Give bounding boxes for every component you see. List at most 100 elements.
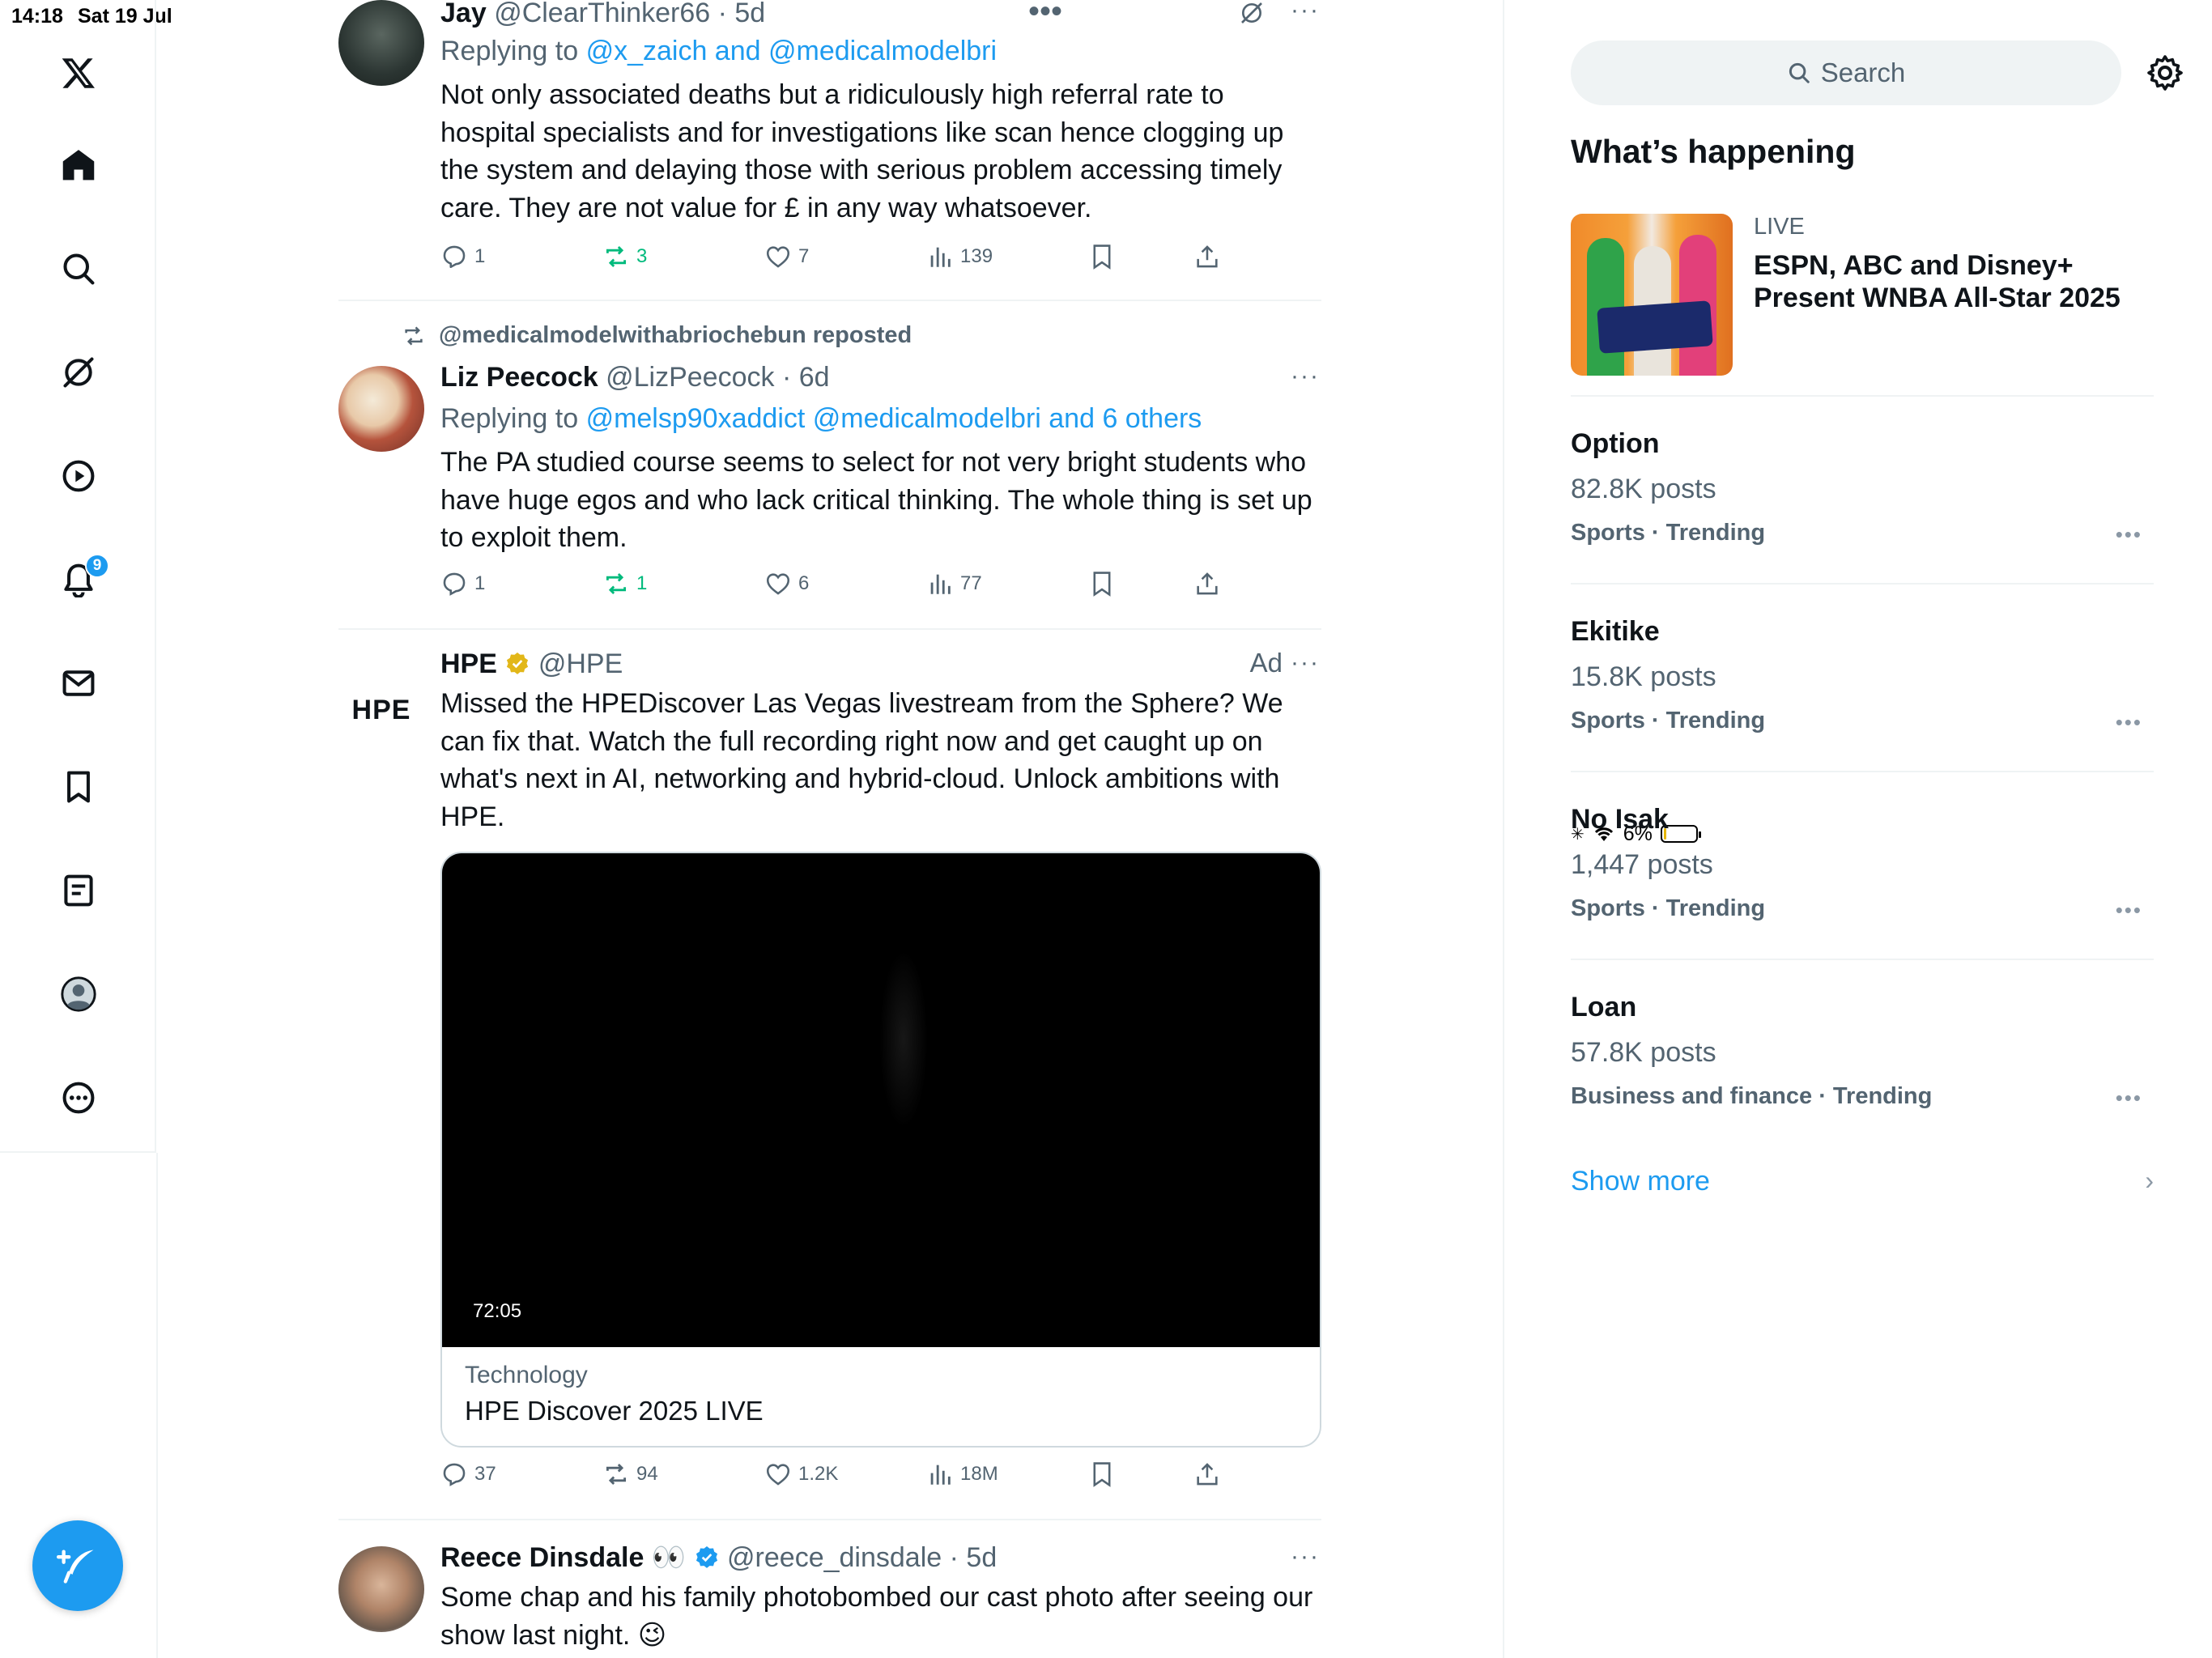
replying-to-links[interactable]: @melsp90xaddict @medicalmodelbri and 6 o… [586, 403, 1202, 434]
avatar[interactable] [338, 366, 424, 452]
trend-category: Sports · Trending [1571, 708, 1766, 733]
video-icon[interactable] [45, 442, 113, 510]
bookmark-icon [1093, 244, 1111, 270]
author-handle[interactable]: @reece_dinsdale [727, 1542, 942, 1573]
trend-menu-icon[interactable]: ••• [2116, 710, 2142, 735]
author-handle[interactable]: @LizPeecock [606, 362, 774, 393]
post-menu-icon[interactable]: ··· [1291, 363, 1320, 390]
post-menu-icon[interactable]: ··· [1291, 649, 1320, 677]
more-dots-icon[interactable]: ••• [1028, 0, 1062, 30]
video-card[interactable]: 72:05 Technology HPE Discover 2025 LIVE [440, 852, 1321, 1448]
share-button[interactable] [1193, 570, 1221, 597]
live-event-card[interactable]: LIVE ESPN, ABC and Disney+ Present WNBA … [1571, 214, 2154, 376]
like-count: 6 [798, 572, 810, 594]
reply-button[interactable]: 1 [440, 570, 485, 597]
bookmark-button[interactable] [1088, 1460, 1116, 1488]
sidebar-separator [1571, 395, 2154, 397]
card-category: Technology [465, 1362, 588, 1388]
trend-item[interactable]: Loan 57.8K posts Business and finance · … [1571, 989, 2154, 1112]
video-figure [879, 950, 928, 1129]
lists-icon[interactable] [45, 857, 113, 925]
repost-count: 94 [636, 1463, 658, 1485]
grok-icon[interactable] [1239, 0, 1265, 26]
video-player[interactable]: 72:05 [442, 853, 1320, 1347]
bookmark-button[interactable] [1088, 243, 1116, 270]
live-event-title[interactable]: ESPN, ABC and Disney+ Present WNBA All-S… [1754, 249, 2159, 314]
trend-post-count: 57.8K posts [1571, 1037, 1716, 1068]
messages-icon[interactable] [45, 649, 113, 717]
replying-to-links[interactable]: @x_zaich and @medicalmodelbri [586, 36, 997, 66]
share-button[interactable] [1193, 243, 1221, 270]
more-options-icon[interactable] [45, 1064, 113, 1132]
profile-avatar-icon[interactable] [45, 960, 113, 1028]
author-handle[interactable]: @ClearThinker66 [494, 0, 710, 28]
post-header: Liz Peecock @LizPeecock · 6d [440, 359, 1321, 395]
reply-button[interactable]: 37 [440, 1460, 496, 1488]
x-logo-icon[interactable] [45, 39, 113, 107]
trend-menu-icon[interactable]: ••• [2116, 898, 2142, 923]
heart-icon [766, 573, 790, 595]
trend-menu-icon[interactable]: ••• [2116, 522, 2142, 547]
hpe-logo[interactable]: HPE [338, 667, 424, 753]
show-more-link[interactable]: Show more › [1571, 1166, 2154, 1197]
post-menu-icon[interactable]: ··· [1291, 1543, 1320, 1571]
replying-to: Replying to @x_zaich and @medicalmodelbr… [440, 32, 1321, 70]
bookmarks-icon[interactable] [45, 753, 113, 821]
repost-label[interactable]: @medicalmodelwithabriochebun reposted [439, 322, 912, 349]
trend-item[interactable]: No Isak 1,447 posts Sports · Trending ••… [1571, 801, 2154, 925]
views-button[interactable]: 18M [926, 1460, 998, 1488]
repost-button[interactable]: 3 [602, 243, 647, 270]
reply-button[interactable]: 1 [440, 243, 485, 270]
card-title[interactable]: HPE Discover 2025 LIVE [465, 1396, 764, 1426]
author-name[interactable]: Liz Peecock [440, 362, 598, 393]
views-button[interactable]: 139 [926, 243, 993, 270]
like-button[interactable]: 1.2K [764, 1460, 838, 1488]
compose-post-button[interactable] [32, 1520, 123, 1611]
live-event-image [1571, 214, 1733, 376]
sidebar-separator [1571, 583, 2154, 585]
repost-button[interactable]: 1 [602, 570, 647, 597]
hpe-logo-text: HPE [351, 694, 411, 725]
settings-gear-icon[interactable] [2146, 53, 2184, 92]
author-name[interactable]: Jay [440, 0, 487, 28]
views-button[interactable]: 77 [926, 570, 982, 597]
heart-icon [766, 1464, 790, 1486]
repost-count: 1 [636, 572, 648, 594]
bookmark-button[interactable] [1088, 570, 1116, 597]
timeline-feed: Jay @ClearThinker66 · 5d Replying to @x_… [338, 0, 1321, 1658]
repost-indicator: @medicalmodelwithabriochebun reposted [400, 322, 912, 349]
author-name[interactable]: Reece Dinsdale 👀 [440, 1542, 686, 1573]
post-menu-icon[interactable]: ··· [1291, 0, 1320, 24]
replying-prefix: Replying to [440, 403, 579, 434]
author-name[interactable]: HPE [440, 648, 497, 679]
like-button[interactable]: 7 [764, 243, 809, 270]
grok-icon[interactable] [45, 338, 113, 406]
search-input[interactable]: Search [1571, 40, 2121, 105]
repost-button[interactable]: 94 [602, 1460, 658, 1488]
left-navigation: 9 [0, 0, 156, 1153]
show-more-label: Show more [1571, 1166, 1710, 1197]
like-button[interactable]: 6 [764, 570, 809, 597]
post-actions: 37 94 1.2K 18M [440, 1460, 1250, 1496]
video-duration: 72:05 [473, 1300, 522, 1322]
home-icon[interactable] [45, 131, 113, 199]
reply-icon [443, 245, 466, 269]
trend-item[interactable]: Ekitike 15.8K posts Sports · Trending ••… [1571, 614, 2154, 737]
repost-icon [606, 245, 627, 268]
share-button[interactable] [1193, 1460, 1221, 1488]
post-age: · 6d [781, 362, 830, 393]
avatar[interactable] [338, 0, 424, 86]
post-separator [338, 628, 1321, 630]
trend-menu-icon[interactable]: ••• [2116, 1086, 2142, 1111]
avatar[interactable] [338, 1546, 424, 1632]
repost-icon [606, 572, 627, 595]
verified-gold-icon [507, 653, 529, 674]
post-text: The PA studied course seems to select fo… [440, 447, 1312, 553]
notifications-icon[interactable]: 9 [45, 546, 113, 614]
author-handle[interactable]: @HPE [538, 648, 623, 679]
trend-item[interactable]: Option 82.8K posts Sports · Trending ••• [1571, 426, 2154, 549]
views-icon [930, 1465, 951, 1485]
search-icon[interactable] [45, 235, 113, 303]
ad-label: Ad [1249, 648, 1283, 678]
post-text: Not only associated deaths but a ridicul… [440, 79, 1284, 223]
